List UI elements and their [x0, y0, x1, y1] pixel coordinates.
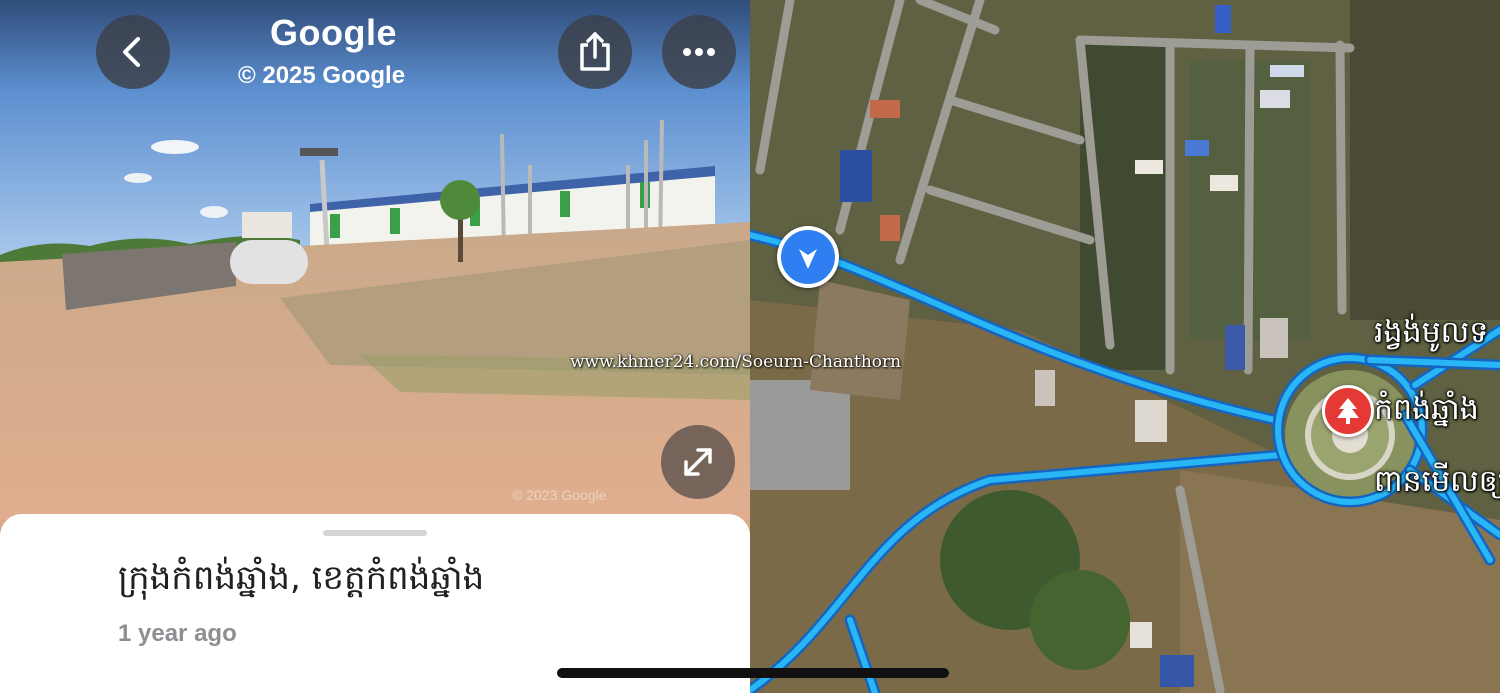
more-icon	[683, 48, 715, 56]
map-label-landmark[interactable]: ពានមើលឲ្យ	[1374, 462, 1500, 506]
imagery-copyright: © 2025 Google	[238, 62, 406, 89]
current-location-marker[interactable]	[777, 226, 839, 288]
place-title: ក្រុងកំពង់ឆ្នាំង, ខេត្តកំពង់ឆ្នាំង	[118, 558, 485, 598]
back-button[interactable]	[96, 15, 170, 89]
share-button[interactable]	[558, 15, 632, 89]
street-view-panel[interactable]: Google © 2025 Google © 2023 Google ក្រុង…	[0, 0, 750, 693]
watermark: www.khmer24.com/Soeurn-Chanthorn	[570, 352, 902, 372]
more-options-button[interactable]	[662, 15, 736, 89]
map-label-kampong-chhnang[interactable]: កំពង់ឆ្នាំង	[1374, 390, 1479, 434]
map-label-roundabout[interactable]: រង្វង់មូលទ	[1374, 313, 1488, 357]
expand-icon	[684, 448, 712, 476]
home-indicator[interactable]	[557, 668, 949, 678]
back-icon	[123, 37, 140, 67]
tree-icon	[1337, 398, 1359, 424]
navigation-arrow-icon	[799, 249, 817, 269]
expand-button[interactable]	[661, 425, 735, 499]
scene-copyright: © 2023 Google	[512, 487, 607, 503]
sheet-grabber[interactable]	[323, 530, 427, 536]
place-sheet[interactable]: ក្រុងកំពង់ឆ្នាំង, ខេត្តកំពង់ឆ្នាំង 1 yea…	[0, 514, 750, 693]
share-icon	[580, 32, 610, 71]
imagery-age: 1 year ago	[118, 620, 237, 647]
google-brand: Google	[270, 12, 397, 53]
poi-marker[interactable]	[1322, 385, 1374, 437]
